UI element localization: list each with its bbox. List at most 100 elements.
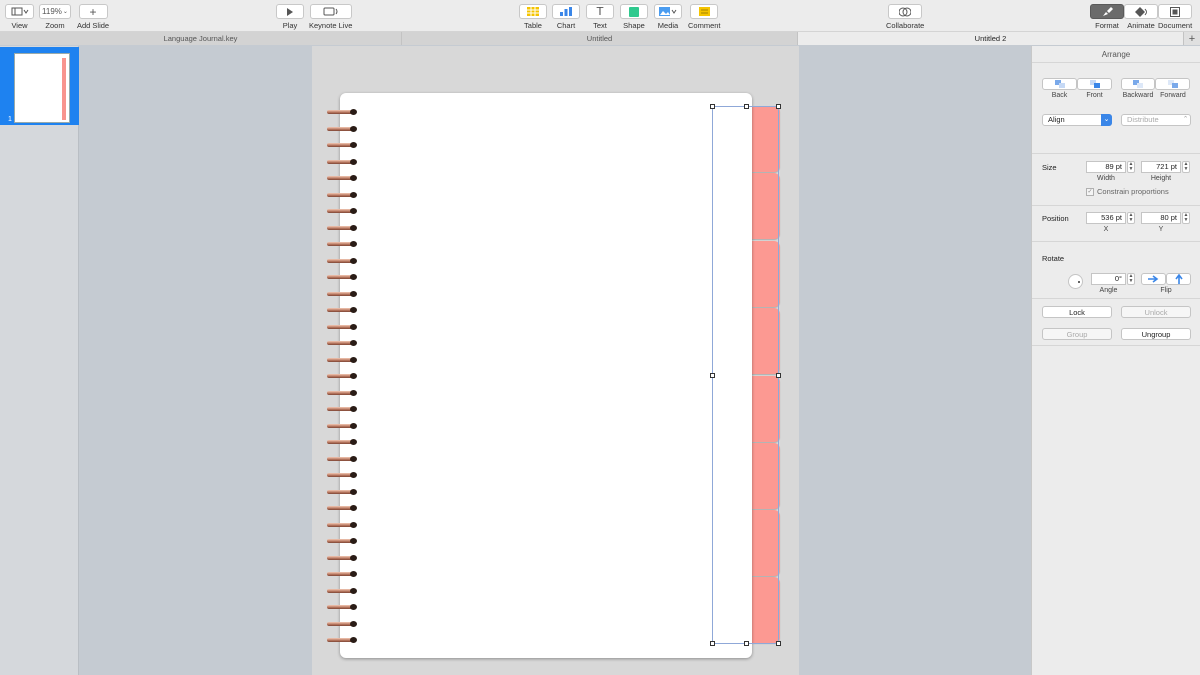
text-control[interactable]: T Text — [586, 4, 614, 30]
document-button[interactable] — [1158, 4, 1193, 19]
view-button[interactable] — [5, 4, 34, 19]
height-field[interactable]: 721 pt — [1141, 161, 1181, 173]
format-button[interactable] — [1090, 4, 1124, 19]
document-control[interactable]: Document — [1158, 4, 1192, 30]
slide-canvas[interactable] — [80, 46, 1031, 675]
chevron-down-icon: ⌄ — [1101, 114, 1112, 126]
width-stepper[interactable]: ▲ ▼ — [1127, 161, 1135, 173]
shape-icon — [629, 6, 639, 17]
collaborate-icon — [899, 7, 912, 16]
x-stepper[interactable]: ▲ ▼ — [1127, 212, 1135, 224]
animate-button[interactable] — [1124, 4, 1158, 19]
slide[interactable] — [312, 46, 799, 675]
tab-untitled[interactable]: Untitled — [402, 32, 798, 45]
shape-button[interactable] — [620, 4, 648, 19]
group-button[interactable]: Group — [1042, 328, 1112, 340]
resize-handle-right[interactable] — [776, 373, 781, 378]
distribute-select[interactable]: Distribute ⌃ — [1121, 114, 1191, 126]
resize-handle-bottom-right[interactable] — [776, 641, 781, 646]
add-slide-label: Add Slide — [77, 21, 110, 30]
angle-stepper[interactable]: ▲ ▼ — [1127, 273, 1135, 285]
binding-ring — [327, 587, 357, 594]
view-control[interactable]: View — [5, 4, 34, 30]
rotation-dot — [1078, 281, 1080, 283]
keynote-live-button[interactable] — [309, 4, 352, 19]
resize-handle-bottom-left[interactable] — [710, 641, 715, 646]
collaborate-control[interactable]: Collaborate — [886, 4, 924, 30]
comment-icon — [698, 7, 710, 16]
sidebar-icon — [11, 7, 28, 16]
tab-untitled-2[interactable]: Untitled 2 — [798, 32, 1184, 45]
distribute-value: Distribute — [1127, 115, 1159, 124]
table-control[interactable]: Table — [519, 4, 547, 30]
flip-horizontal-button[interactable] — [1141, 273, 1166, 285]
slide-thumbnail-selected[interactable]: 1 — [0, 47, 79, 125]
back-button[interactable] — [1042, 78, 1077, 90]
x-field[interactable]: 536 pt — [1086, 212, 1126, 224]
slide-thumbnail[interactable] — [14, 53, 70, 123]
binding-ring — [327, 241, 357, 247]
paintbrush-icon — [1103, 6, 1113, 16]
forward-button[interactable] — [1155, 78, 1190, 90]
notebook-page[interactable] — [340, 93, 752, 658]
width-field[interactable]: 89 pt — [1086, 161, 1126, 173]
rotation-wheel[interactable] — [1068, 274, 1083, 289]
tab-language-journal[interactable]: Language Journal.key — [0, 32, 402, 45]
lock-button[interactable]: Lock — [1042, 306, 1112, 318]
animate-control[interactable]: Animate — [1124, 4, 1158, 30]
resize-handle-top-left[interactable] — [710, 104, 715, 109]
resize-handle-left[interactable] — [710, 373, 715, 378]
constrain-proportions[interactable]: ✓ Constrain proportions — [1086, 187, 1169, 196]
add-slide-button[interactable]: + — [78, 4, 108, 19]
binding-ring — [327, 538, 357, 544]
flip-vertical-button[interactable] — [1166, 273, 1191, 285]
add-tab-button[interactable]: + — [1184, 32, 1200, 45]
format-inspector: Arrange Back Front Backward Forward Alig… — [1031, 46, 1200, 675]
height-label: Height — [1150, 175, 1172, 182]
chart-button[interactable] — [552, 4, 580, 19]
media-button[interactable] — [654, 4, 682, 19]
checkbox-icon[interactable]: ✓ — [1086, 187, 1094, 196]
binding-ring — [327, 439, 357, 445]
binding-ring — [327, 356, 357, 363]
play-button[interactable] — [276, 4, 304, 19]
add-slide-control[interactable]: + Add Slide — [77, 4, 109, 30]
binding-ring — [327, 521, 357, 528]
play-control[interactable]: Play — [276, 4, 304, 30]
height-stepper[interactable]: ▲ ▼ — [1182, 161, 1190, 173]
unlock-button[interactable]: Unlock — [1121, 306, 1191, 318]
table-button[interactable] — [519, 4, 547, 19]
format-control[interactable]: Format — [1090, 4, 1124, 30]
plus-icon: + — [89, 4, 97, 19]
resize-handle-bottom[interactable] — [744, 641, 749, 646]
resize-handle-top-right[interactable] — [776, 104, 781, 109]
constrain-label: Constrain proportions — [1097, 187, 1169, 196]
resize-handle-top[interactable] — [744, 104, 749, 109]
ungroup-button[interactable]: Ungroup — [1121, 328, 1191, 340]
slide-number: 1 — [8, 116, 12, 123]
lock-group-section: Lock Unlock Group Ungroup — [1032, 299, 1200, 346]
keynote-live-control[interactable]: Keynote Live — [309, 4, 352, 30]
text-button[interactable]: T — [586, 4, 614, 19]
y-field[interactable]: 80 pt — [1141, 212, 1181, 224]
collaborate-button[interactable] — [888, 4, 923, 19]
chart-control[interactable]: Chart — [552, 4, 580, 30]
comment-control[interactable]: Comment — [688, 4, 721, 30]
chevron-updown-icon: ⌃ — [1182, 116, 1189, 123]
zoom-control[interactable]: 119% ⌄ Zoom — [39, 4, 71, 30]
zoom-button[interactable]: 119% ⌄ — [39, 4, 71, 19]
y-stepper[interactable]: ▲ ▼ — [1182, 212, 1190, 224]
binding-ring — [327, 604, 357, 610]
comment-button[interactable] — [690, 4, 719, 19]
inspector-tab-arrange[interactable]: Arrange — [1032, 46, 1200, 63]
selection-box[interactable] — [710, 104, 781, 646]
align-select[interactable]: Align ⌄ — [1042, 114, 1112, 126]
backward-button[interactable] — [1121, 78, 1155, 90]
angle-field[interactable]: 0° — [1091, 273, 1126, 285]
y-label: Y — [1158, 226, 1164, 233]
front-button[interactable] — [1077, 78, 1112, 90]
media-control[interactable]: Media — [654, 4, 682, 30]
binding-ring — [327, 455, 357, 462]
position-label: Position — [1042, 214, 1069, 223]
shape-control[interactable]: Shape — [620, 4, 648, 30]
